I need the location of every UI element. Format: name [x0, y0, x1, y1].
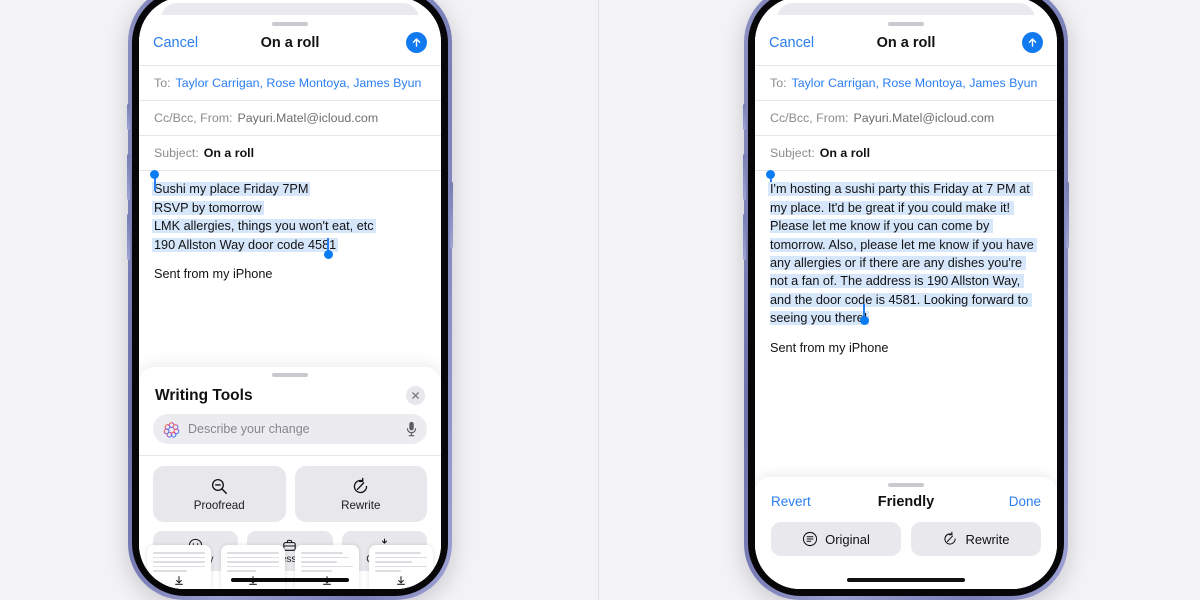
- download-arrow-icon: [397, 576, 405, 585]
- field-ccbcc-label: Cc/Bcc, From:: [154, 111, 233, 126]
- original-button[interactable]: Original: [771, 522, 901, 556]
- power-button[interactable]: [450, 182, 453, 248]
- body-line-4: 190 Allston Way door code 4581: [154, 237, 337, 252]
- field-from-value: Payuri.Matel@icloud.com: [853, 111, 995, 126]
- document-card[interactable]: [221, 545, 285, 589]
- document-preview-strip: [139, 537, 441, 589]
- rewrite-control-bar: Revert Friendly Done Original Rewrite: [755, 477, 1057, 589]
- original-label: Original: [825, 531, 870, 547]
- volume-up-button[interactable]: [743, 154, 746, 200]
- apple-intelligence-icon: [163, 421, 180, 438]
- rewrite-button[interactable]: Rewrite: [294, 466, 427, 522]
- original-lines-circle-icon: [803, 531, 818, 547]
- send-button[interactable]: [406, 32, 427, 53]
- rewrite-label: Rewrite: [341, 498, 381, 512]
- field-subject-label: Subject:: [154, 146, 199, 161]
- mail-compose-sheet: Cancel On a roll To: Taylor Carrigan, Ro…: [755, 15, 1057, 589]
- compose-navbar: Cancel On a roll: [755, 26, 1057, 65]
- magnifier-minus-icon: [211, 478, 227, 494]
- right-screen: Cancel On a roll To: Taylor Carrigan, Ro…: [755, 0, 1057, 589]
- writing-tools-title: Writing Tools: [155, 386, 253, 404]
- body-line-2: RSVP by tomorrow: [154, 200, 262, 215]
- left-phone: Cancel On a roll To: Taylor Carrigan, Ro…: [127, 0, 453, 600]
- cancel-button[interactable]: Cancel: [153, 35, 198, 51]
- document-card[interactable]: [295, 545, 359, 589]
- download-arrow-icon: [175, 576, 183, 585]
- rewrite-bar-actions: Original Rewrite: [755, 509, 1057, 556]
- field-to-label: To:: [154, 76, 171, 90]
- right-phone: Cancel On a roll To: Taylor Carrigan, Ro…: [743, 0, 1069, 600]
- volume-down-button[interactable]: [127, 214, 130, 260]
- field-ccbcc-from[interactable]: Cc/Bcc, From: Payuri.Matel@icloud.com: [755, 100, 1057, 135]
- describe-change-input[interactable]: Describe your change: [153, 414, 427, 444]
- arrow-up-icon: [1028, 38, 1037, 47]
- compose-navbar: Cancel On a roll: [139, 26, 441, 65]
- field-to-value: Taylor Carrigan, Rose Montoya, James Byu…: [791, 76, 1038, 90]
- selection-caret-start: [154, 178, 156, 192]
- selection-handle-end[interactable]: [324, 249, 333, 259]
- primary-action-row: Proofread Rewrite: [153, 466, 427, 522]
- home-indicator[interactable]: [231, 578, 349, 582]
- writing-tools-header: Writing Tools: [139, 377, 441, 413]
- field-subject-value: On a roll: [819, 146, 871, 161]
- power-button[interactable]: [1066, 182, 1069, 248]
- document-card[interactable]: [369, 545, 433, 589]
- close-glyph: [412, 392, 419, 399]
- arrow-up-icon: [412, 38, 421, 47]
- send-button[interactable]: [1022, 32, 1043, 53]
- volume-up-button[interactable]: [127, 154, 130, 200]
- rewrite-circle-icon: [354, 477, 368, 493]
- field-ccbcc-from[interactable]: Cc/Bcc, From: Payuri.Matel@icloud.com: [139, 100, 441, 135]
- proofread-label: Proofread: [193, 498, 245, 512]
- rewritten-body-text: I'm hosting a sushi party this Friday at…: [770, 182, 1038, 326]
- signature-right: Sent from my iPhone: [770, 340, 889, 355]
- field-ccbcc-label: Cc/Bcc, From:: [770, 111, 849, 126]
- document-card[interactable]: [147, 545, 211, 589]
- revert-button[interactable]: Revert: [771, 494, 811, 509]
- body-line-3: LMK allergies, things you won't eat, etc: [154, 219, 374, 234]
- left-screen: Cancel On a roll To: Taylor Carrigan, Ro…: [139, 0, 441, 589]
- volume-down-button[interactable]: [743, 214, 746, 260]
- field-to[interactable]: To: Taylor Carrigan, Rose Montoya, James…: [139, 65, 441, 100]
- action-button[interactable]: [743, 104, 746, 130]
- screenshot-stage: Cancel On a roll To: Taylor Carrigan, Ro…: [0, 0, 1200, 600]
- microphone-icon[interactable]: [406, 421, 417, 438]
- rewrite-circle-icon: [944, 531, 957, 545]
- cancel-button[interactable]: Cancel: [769, 35, 814, 51]
- home-indicator[interactable]: [847, 578, 965, 582]
- mail-compose-sheet: Cancel On a roll To: Taylor Carrigan, Ro…: [139, 15, 441, 589]
- rewrite-button[interactable]: Rewrite: [911, 522, 1041, 556]
- panel-divider: [598, 0, 599, 600]
- field-to-value: Taylor Carrigan, Rose Montoya, James Byu…: [175, 76, 422, 90]
- done-button[interactable]: Done: [1009, 494, 1041, 509]
- field-to[interactable]: To: Taylor Carrigan, Rose Montoya, James…: [755, 65, 1057, 100]
- field-subject-value: On a roll: [203, 146, 255, 161]
- proofread-button[interactable]: Proofread: [153, 466, 286, 522]
- field-subject-label: Subject:: [770, 146, 815, 161]
- field-from-value: Payuri.Matel@icloud.com: [237, 111, 379, 126]
- body-line-1: Sushi my place Friday 7PM: [154, 182, 309, 197]
- field-to-label: To:: [770, 76, 787, 90]
- field-subject[interactable]: Subject: On a roll: [755, 135, 1057, 170]
- rewrite-label: Rewrite: [965, 531, 1010, 547]
- close-icon[interactable]: [406, 386, 425, 405]
- selection-handle-end[interactable]: [860, 316, 869, 326]
- field-subject[interactable]: Subject: On a roll: [139, 135, 441, 170]
- rewrite-bar-header: Revert Friendly Done: [755, 487, 1057, 510]
- action-button[interactable]: [127, 104, 130, 130]
- describe-change-placeholder: Describe your change: [188, 422, 310, 436]
- signature-left: Sent from my iPhone: [154, 267, 273, 281]
